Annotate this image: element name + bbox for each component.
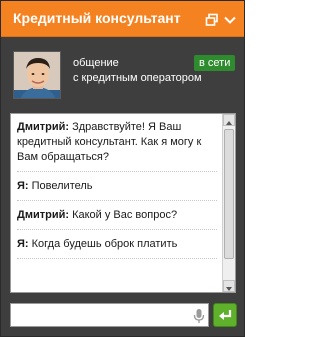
message-author: Дмитрий:	[17, 209, 70, 221]
microphone-icon[interactable]	[193, 308, 205, 324]
agent-role: с кредитным оператором	[73, 72, 202, 84]
chat-widget: Кредитный консультант общение с кредитны…	[0, 0, 245, 337]
chat-message: Я: Когда будешь оброк платить	[17, 237, 217, 259]
message-input-wrap	[10, 303, 209, 327]
message-author: Дмитрий:	[17, 121, 70, 133]
enter-arrow-icon	[214, 310, 236, 330]
send-button[interactable]	[213, 303, 237, 327]
message-text: Какой у Вас вопрос?	[69, 209, 178, 221]
chat-message: Дмитрий: Какой у Вас вопрос?	[17, 208, 217, 230]
chat-message: Я: Повелитель	[17, 179, 217, 201]
scroll-thumb[interactable]	[224, 129, 234, 259]
agent-header: общение с кредитным оператором в сети	[1, 37, 244, 105]
chat-scrollbar[interactable]	[222, 114, 235, 292]
restore-window-icon[interactable]	[205, 13, 219, 27]
message-input[interactable]	[14, 306, 186, 324]
title-bar: Кредитный консультант	[1, 1, 244, 37]
message-text: Когда будешь оброк платить	[28, 238, 178, 250]
agent-name: общение	[73, 57, 119, 69]
scroll-down-arrow-icon[interactable]	[223, 280, 235, 292]
message-text: Повелитель	[28, 180, 93, 192]
message-author: Я:	[17, 180, 29, 192]
agent-avatar	[13, 51, 61, 99]
chat-log[interactable]: Дмитрий: Здравствуйте! Я Ваш кредитный к…	[10, 113, 236, 293]
message-list: Дмитрий: Здравствуйте! Я Ваш кредитный к…	[11, 114, 223, 292]
message-author: Я:	[17, 238, 29, 250]
status-badge: в сети	[194, 55, 236, 71]
window-title: Кредитный консультант	[13, 10, 181, 26]
scroll-up-arrow-icon[interactable]	[223, 114, 235, 126]
chat-message: Дмитрий: Здравствуйте! Я Ваш кредитный к…	[17, 120, 217, 172]
chevron-down-icon[interactable]	[223, 13, 237, 27]
